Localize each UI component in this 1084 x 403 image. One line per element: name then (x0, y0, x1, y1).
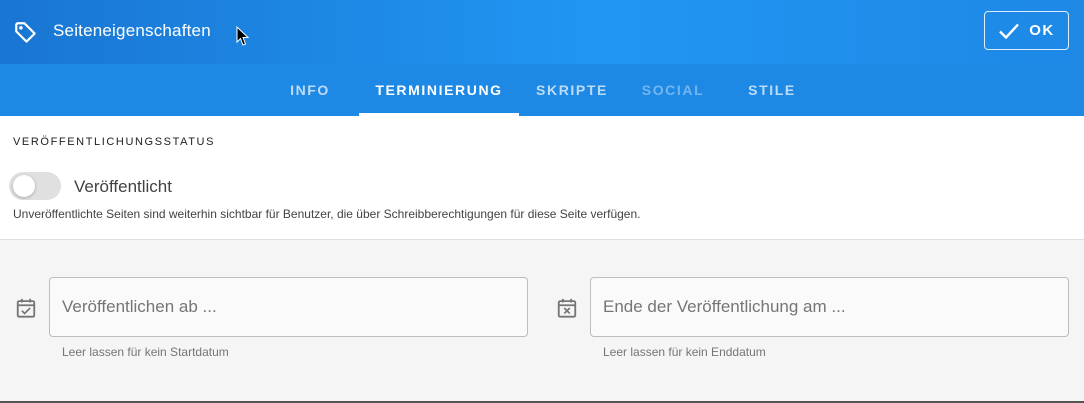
publish-end-input[interactable] (591, 278, 1068, 336)
calendar-check-icon (16, 298, 36, 318)
ok-button-label: OK (1029, 22, 1055, 39)
tab-label: TERMINIERUNG (375, 82, 503, 98)
tab-social: SOCIAL (633, 64, 713, 116)
publish-start-field[interactable] (49, 277, 528, 337)
ok-button[interactable]: OK (984, 11, 1069, 50)
publish-start-hint: Leer lassen für kein Startdatum (62, 345, 229, 359)
tab-skripte[interactable]: SKRIPTE (527, 64, 617, 116)
tag-icon (15, 22, 36, 43)
publish-start-input[interactable] (50, 278, 527, 336)
mouse-cursor-icon (236, 26, 250, 46)
check-icon (999, 23, 1020, 39)
schedule-section: Leer lassen für kein Startdatum Leer las… (0, 241, 1084, 401)
tab-stile[interactable]: STILE (737, 64, 807, 116)
tab-label: STILE (748, 82, 796, 98)
published-toggle-label[interactable]: Veröffentlicht (74, 177, 172, 197)
published-toggle[interactable] (9, 172, 61, 200)
publish-hint: Unveröffentlichte Seiten sind weiterhin … (13, 207, 641, 221)
dialog-title: Seiteneigenschaften (53, 21, 211, 40)
tab-bar: INFO TERMINIERUNG SKRIPTE SOCIAL STILE (0, 64, 1084, 116)
publish-end-hint: Leer lassen für kein Enddatum (603, 345, 766, 359)
publish-status-section: VERÖFFENTLICHUNGSSTATUS Veröffentlicht U… (0, 116, 1084, 240)
tab-info[interactable]: INFO (270, 64, 350, 116)
publish-end-field[interactable] (590, 277, 1069, 337)
calendar-remove-icon (557, 298, 577, 318)
section-title: VERÖFFENTLICHUNGSSTATUS (13, 136, 216, 148)
tab-label: INFO (290, 82, 330, 98)
toggle-knob (13, 175, 35, 197)
tab-terminierung[interactable]: TERMINIERUNG (359, 64, 519, 116)
tab-label: SOCIAL (641, 82, 705, 98)
dialog-header: Seiteneigenschaften OK (0, 0, 1084, 64)
tab-label: SKRIPTE (536, 82, 608, 98)
